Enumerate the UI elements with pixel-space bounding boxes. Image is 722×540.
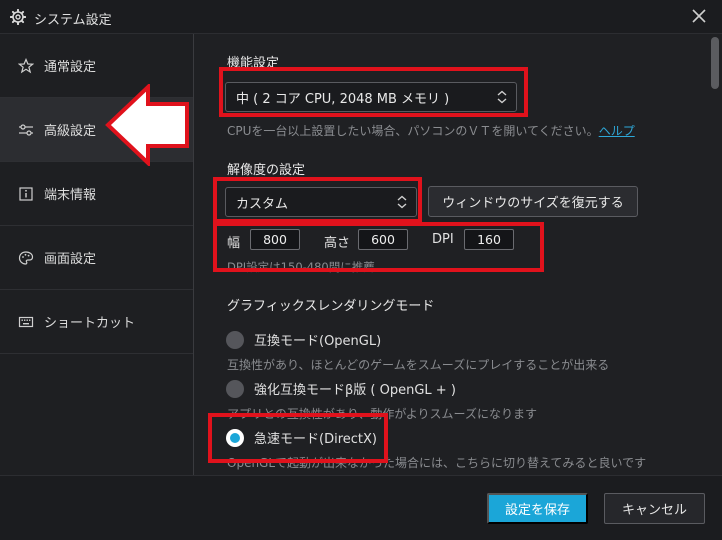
resolution-select[interactable]: カスタム [225,187,417,217]
gear-icon [10,9,26,25]
radio-button[interactable] [226,379,244,398]
performance-title: 機能設定 [227,56,280,71]
radio-directx[interactable]: 急速モード(DirectX) [226,428,377,447]
sidebar-item-device-info[interactable]: 端末情報 [0,162,193,226]
dpi-input[interactable]: 160 [464,229,514,250]
opengl-plus-hint: アプリとの互換性があり、動作がよりスムーズになります [227,407,537,421]
info-icon [19,186,33,201]
settings-content: 機能設定 中 ( 2 コア CPU, 2048 MB メモリ ) CPUを一台以… [195,34,705,475]
rendering-title: グラフィックスレンダリングモード [227,299,435,314]
radio-label: 急速モード(DirectX) [254,432,377,447]
radio-opengl[interactable]: 互換モード(OpenGL) [226,330,381,349]
sidebar-item-label: 通常設定 [44,60,97,75]
radio-label: 互換モード(OpenGL) [254,334,382,349]
performance-hint-text: CPUを一台以上設置したい場合、パソコンのＶＴを開いてください。 [227,124,599,138]
sidebar-item-display[interactable]: 画面設定 [0,226,193,290]
performance-hint: CPUを一台以上設置したい場合、パソコンのＶＴを開いてください。ヘルプ [227,122,635,139]
sidebar-item-label: 高級設定 [44,124,97,139]
width-input[interactable]: 800 [250,229,300,250]
performance-select[interactable]: 中 ( 2 コア CPU, 2048 MB メモリ ) [225,82,517,112]
sliders-icon [19,123,33,136]
directx-hint: OpenGLで起動が出来なかった場合には、こちらに切り替えてみると良いです [227,456,647,470]
palette-icon [18,250,34,265]
radio-button[interactable] [226,330,244,349]
sidebar-item-label: 端末情報 [44,188,97,203]
scrollbar-track[interactable] [708,34,722,475]
radio-label: 強化互換モードβ版 ( OpenGL + ) [254,383,456,398]
window-title: システム設定 [34,13,112,28]
resolution-title: 解像度の設定 [227,163,306,178]
star-icon [18,57,34,73]
sidebar-item-label: 画面設定 [44,252,97,267]
title-bar: システム設定 [0,0,722,34]
annotation-arrow [105,84,189,166]
restore-window-size-button[interactable]: ウィンドウのサイズを復元する [428,186,638,217]
updown-chevron-icon [397,195,407,209]
dpi-label: DPI [432,232,454,247]
close-icon[interactable] [690,7,708,25]
help-link[interactable]: ヘルプ [599,124,635,138]
width-label: 幅 [227,236,241,251]
radio-opengl-plus[interactable]: 強化互換モードβ版 ( OpenGL + ) [226,379,456,398]
cancel-button[interactable]: キャンセル [604,493,705,524]
performance-select-value: 中 ( 2 コア CPU, 2048 MB メモリ ) [236,91,450,107]
dpi-hint: DPI設定は150-480間に推薦 [227,260,375,274]
resolution-select-value: カスタム [236,196,289,212]
height-label: 高さ [324,236,351,251]
sidebar-item-shortcuts[interactable]: ショートカット [0,290,193,354]
updown-chevron-icon [497,90,507,104]
save-settings-button[interactable]: 設定を保存 [487,493,588,524]
sidebar-item-label: ショートカット [44,316,136,331]
opengl-hint: 互換性があり、ほとんどのゲームをスムーズにプレイすることが出来る [227,358,610,372]
scrollbar-thumb[interactable] [711,37,719,89]
height-input[interactable]: 600 [358,229,408,250]
radio-button-selected[interactable] [226,428,244,447]
keyboard-icon [18,316,34,327]
